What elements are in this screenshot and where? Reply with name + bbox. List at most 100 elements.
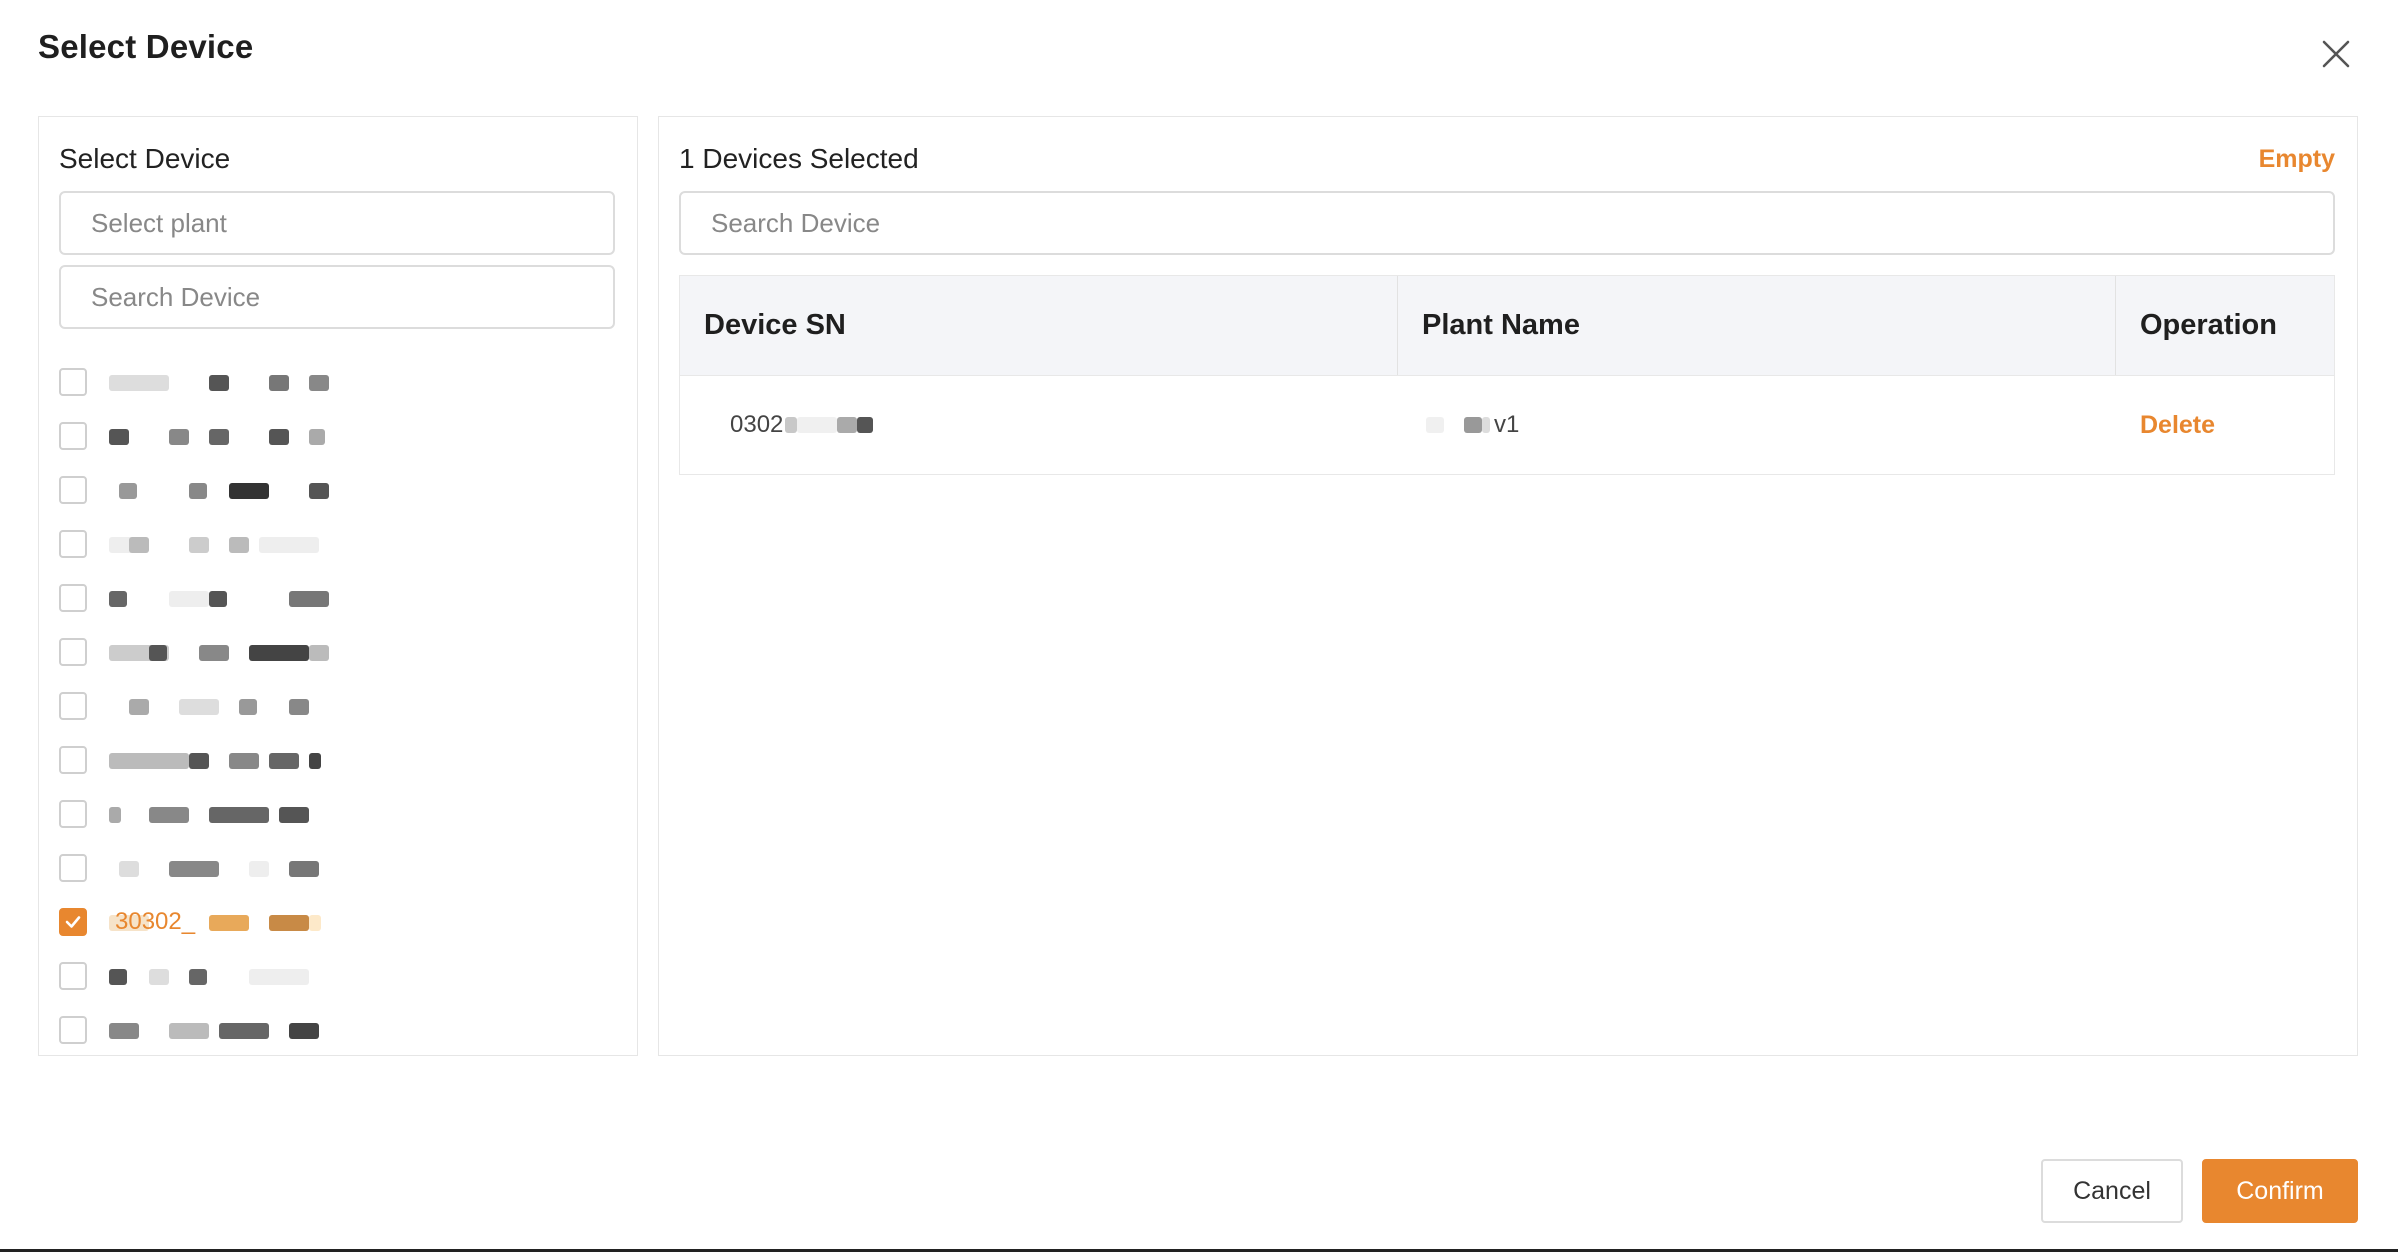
checkbox-checked[interactable] bbox=[59, 908, 87, 936]
redacted-block bbox=[269, 915, 309, 931]
device-search-input[interactable]: Search Device bbox=[59, 265, 615, 329]
redacted-block bbox=[169, 591, 209, 607]
device-list-item[interactable] bbox=[59, 517, 619, 571]
redacted-block bbox=[229, 483, 269, 499]
device-label bbox=[109, 529, 349, 559]
device-label bbox=[109, 799, 349, 829]
device-label bbox=[109, 475, 349, 505]
selected-devices-panel: 1 Devices Selected Empty Search Device D… bbox=[658, 116, 2358, 1056]
checkbox[interactable] bbox=[59, 746, 87, 774]
device-list: 30302_ bbox=[59, 355, 619, 1055]
device-list-item[interactable] bbox=[59, 625, 619, 679]
device-label bbox=[109, 961, 349, 991]
redacted-block bbox=[279, 807, 309, 823]
delete-button[interactable]: Delete bbox=[2140, 411, 2215, 440]
close-icon bbox=[2322, 40, 2350, 68]
close-button[interactable] bbox=[2314, 32, 2358, 76]
redacted-block bbox=[119, 483, 137, 499]
plant-name-value: v1 bbox=[1494, 411, 1520, 438]
redacted-block bbox=[189, 483, 207, 499]
redacted-block bbox=[309, 753, 321, 769]
redacted-block bbox=[149, 807, 189, 823]
selected-search-input[interactable]: Search Device bbox=[679, 191, 2335, 255]
device-list-item[interactable] bbox=[59, 679, 619, 733]
confirm-button[interactable]: Confirm bbox=[2202, 1159, 2358, 1223]
checkbox[interactable] bbox=[59, 638, 87, 666]
checkbox[interactable] bbox=[59, 530, 87, 558]
device-sn-cell: 0302 bbox=[680, 376, 1398, 474]
device-label bbox=[109, 745, 349, 775]
redacted-block bbox=[309, 375, 329, 391]
redacted-block bbox=[837, 417, 858, 433]
redacted-block bbox=[119, 861, 139, 877]
device-list-item[interactable] bbox=[59, 1003, 619, 1055]
selected-devices-table: Device SN Plant Name Operation 0302 v1 D… bbox=[679, 275, 2335, 475]
device-sn-value: 0302 bbox=[730, 411, 784, 438]
redacted-block bbox=[169, 1023, 209, 1039]
redacted-block bbox=[309, 645, 329, 661]
device-list-item[interactable] bbox=[59, 949, 619, 1003]
device-search-placeholder: Search Device bbox=[91, 281, 261, 312]
device-label bbox=[109, 691, 349, 721]
device-list-item[interactable] bbox=[59, 409, 619, 463]
device-list-item[interactable] bbox=[59, 841, 619, 895]
plant-select[interactable]: Select plant bbox=[59, 191, 615, 255]
checkbox[interactable] bbox=[59, 584, 87, 612]
redacted-block bbox=[309, 483, 329, 499]
checkbox[interactable] bbox=[59, 422, 87, 450]
cancel-button[interactable]: Cancel bbox=[2041, 1159, 2183, 1223]
checkbox[interactable] bbox=[59, 800, 87, 828]
empty-button[interactable]: Empty bbox=[2259, 145, 2335, 174]
operation-cell: Delete bbox=[2116, 376, 2334, 474]
redacted-block bbox=[249, 969, 309, 985]
device-label bbox=[109, 583, 349, 613]
checkbox[interactable] bbox=[59, 854, 87, 882]
device-list-item[interactable] bbox=[59, 787, 619, 841]
device-label bbox=[109, 853, 349, 883]
redacted-block bbox=[189, 969, 207, 985]
redacted-block bbox=[249, 645, 309, 661]
select-device-dialog: Select Device Select Device Select plant… bbox=[0, 0, 2398, 1252]
device-list-item[interactable] bbox=[59, 571, 619, 625]
device-list-item[interactable] bbox=[59, 355, 619, 409]
checkbox[interactable] bbox=[59, 692, 87, 720]
redacted-block bbox=[189, 753, 209, 769]
device-label: 30302_ bbox=[109, 907, 349, 937]
column-header-operation: Operation bbox=[2140, 309, 2277, 341]
column-header-device-sn: Device SN bbox=[680, 276, 1398, 375]
device-label bbox=[109, 637, 349, 667]
redacted-block bbox=[179, 699, 219, 715]
redacted-block bbox=[785, 417, 798, 433]
redacted-block bbox=[309, 429, 325, 445]
device-label bbox=[109, 421, 349, 451]
checkbox[interactable] bbox=[59, 368, 87, 396]
dialog-title: Select Device bbox=[38, 28, 254, 65]
plant-select-placeholder: Select plant bbox=[91, 207, 227, 238]
device-selector-panel: Select Device Select plant Search Device… bbox=[38, 116, 638, 1056]
device-list-item[interactable] bbox=[59, 733, 619, 787]
redacted-block bbox=[109, 969, 127, 985]
redacted-block bbox=[109, 1023, 139, 1039]
redacted-block bbox=[289, 591, 329, 607]
column-header-plant-name: Plant Name bbox=[1398, 276, 2116, 375]
redacted-block bbox=[189, 537, 209, 553]
redacted-block bbox=[1426, 417, 1444, 433]
redacted-block bbox=[1482, 417, 1490, 433]
device-label bbox=[109, 367, 349, 397]
plant-name-cell: v1 bbox=[1398, 376, 2116, 474]
redacted-block bbox=[309, 915, 321, 931]
check-icon bbox=[65, 916, 81, 928]
selected-search-placeholder: Search Device bbox=[711, 207, 881, 238]
checkbox[interactable] bbox=[59, 476, 87, 504]
device-list-item[interactable]: 30302_ bbox=[59, 895, 619, 949]
left-panel-heading: Select Device bbox=[59, 143, 231, 174]
redacted-block bbox=[857, 417, 874, 433]
redacted-block bbox=[149, 645, 167, 661]
redacted-block bbox=[797, 417, 838, 433]
checkbox[interactable] bbox=[59, 962, 87, 990]
redacted-block bbox=[289, 861, 319, 877]
redacted-block bbox=[209, 915, 249, 931]
redacted-block bbox=[209, 807, 269, 823]
device-list-item[interactable] bbox=[59, 463, 619, 517]
checkbox[interactable] bbox=[59, 1016, 87, 1044]
